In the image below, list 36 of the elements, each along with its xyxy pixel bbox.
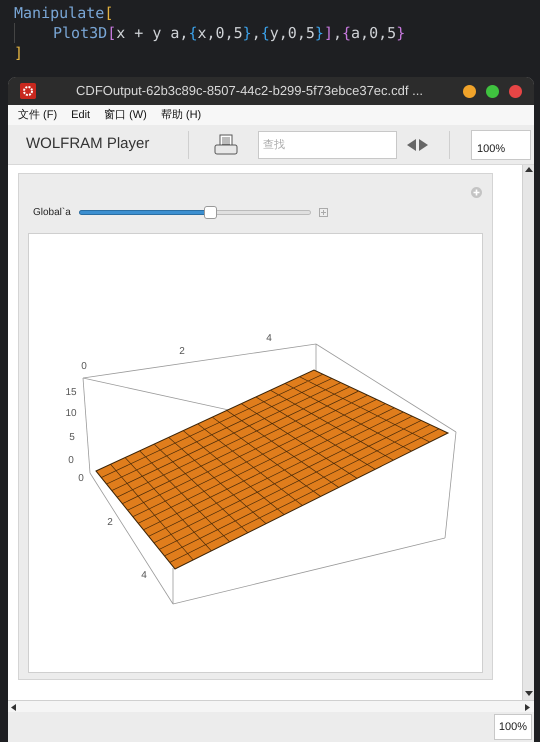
tick-label: 0	[78, 473, 84, 484]
tick-label: 15	[65, 387, 77, 398]
tick-label: 4	[266, 333, 272, 344]
tick-label: 2	[179, 346, 185, 357]
scroll-up-icon[interactable]	[525, 167, 533, 172]
brand-label: WOLFRAM Player	[25, 134, 150, 154]
zoom-dropdown[interactable]: 100%	[471, 130, 531, 160]
scroll-left-icon[interactable]	[11, 704, 16, 711]
zoom-dropdown[interactable]: 100%	[494, 714, 532, 740]
menu-item[interactable]: 窗口 (W)	[104, 106, 147, 124]
slider[interactable]	[78, 206, 311, 219]
menu-item[interactable]: 帮助 (H)	[160, 106, 202, 124]
code-line: Plot3D[x + y a,{x,0,5},{y,0,5}],{a,0,5}	[14, 23, 540, 43]
minimize-button[interactable]	[463, 84, 476, 98]
vertical-scrollbar[interactable]	[522, 165, 534, 700]
tick-label: 2	[107, 517, 113, 528]
tick-label: 0	[68, 455, 74, 466]
menu-item[interactable]: Edit	[71, 106, 90, 124]
tick-label: 4	[141, 570, 147, 581]
code-line: Manipulate[	[14, 3, 114, 23]
menu-item[interactable]: 文件 (F)	[18, 106, 58, 124]
close-button[interactable]	[509, 84, 522, 98]
scroll-right-icon[interactable]	[525, 704, 530, 711]
control-label: Global`a	[33, 206, 71, 220]
tick-label: 10	[65, 408, 77, 419]
gear-icon	[20, 83, 36, 99]
scroll-down-icon[interactable]	[525, 691, 533, 696]
tick-label: 0	[81, 361, 87, 372]
back-icon[interactable]	[407, 138, 416, 150]
code-line: ]	[14, 43, 24, 63]
printer-icon[interactable]	[214, 134, 238, 156]
tick-label: 5	[69, 432, 75, 443]
window-title: CDFOutput-62b3c89c-8507-44c2-b299-5f73ebce37ec.cdf ...	[75, 82, 424, 100]
forward-icon[interactable]	[419, 138, 428, 150]
maximize-button[interactable]	[486, 84, 499, 98]
horizontal-scrollbar[interactable]	[8, 700, 534, 712]
